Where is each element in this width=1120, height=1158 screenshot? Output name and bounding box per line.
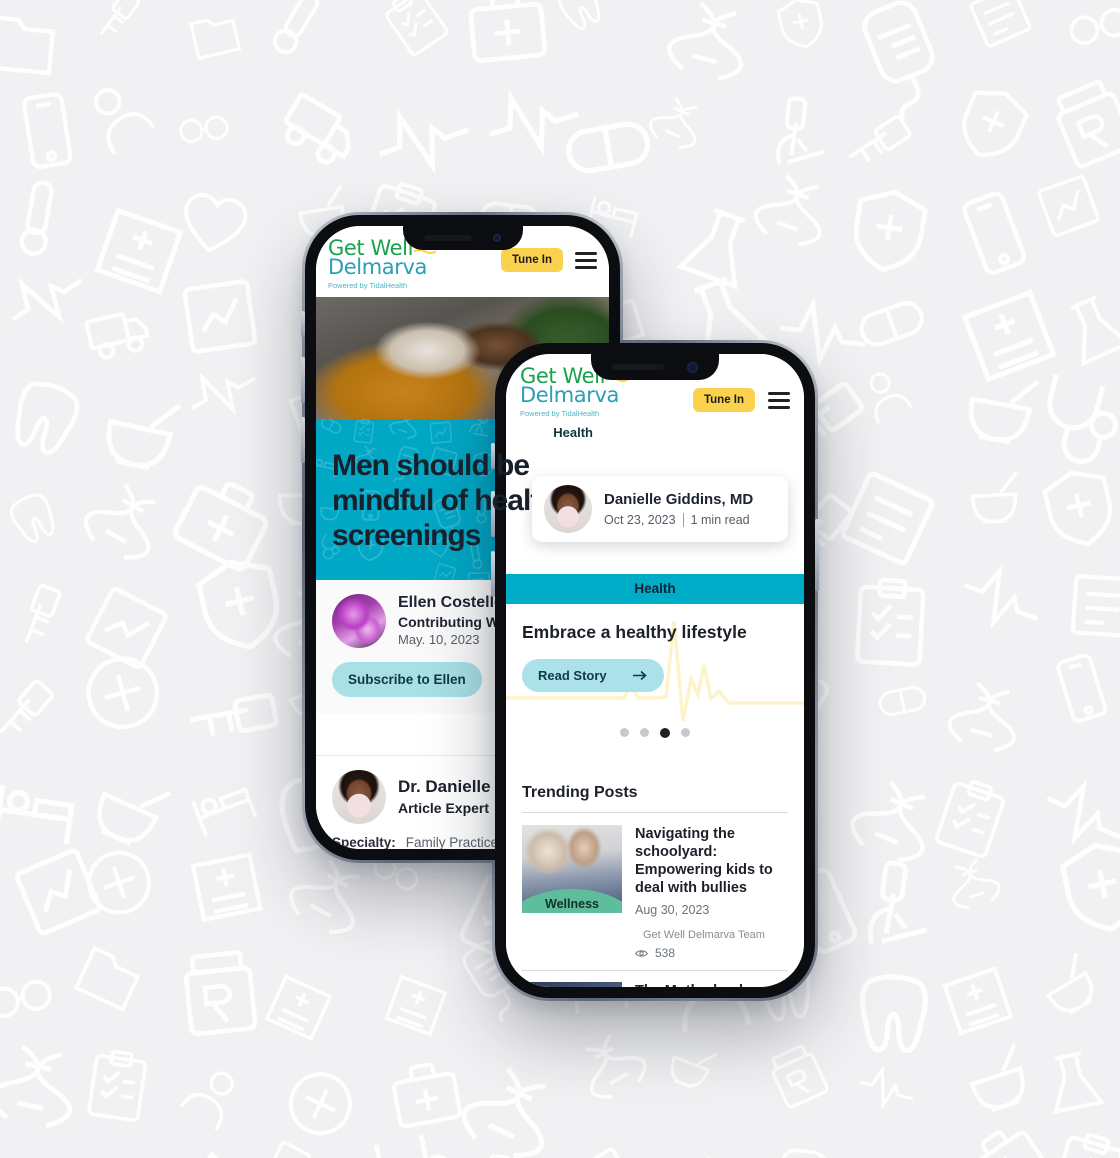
trending-divider — [522, 811, 788, 813]
carousel-dot[interactable] — [620, 728, 629, 737]
trending-section: Trending Posts Wellness Navigating the s… — [506, 783, 804, 987]
brand-tagline: Powered by TidalHealth — [520, 409, 600, 418]
author-card[interactable]: Danielle Giddins, MD Oct 23, 2023 1 min … — [532, 475, 788, 542]
arrow-right-icon — [632, 670, 647, 680]
tune-in-button[interactable]: Tune In — [692, 388, 755, 412]
front-phone-mockup: Get Well Delmarva Powered by TidalHealth… — [491, 340, 819, 1001]
author-card-name: Danielle Giddins, MD — [604, 490, 754, 508]
carousel-dot[interactable] — [681, 728, 690, 737]
front-category-band[interactable]: Health — [506, 573, 804, 604]
post-thumbnail — [522, 982, 622, 987]
front-category-label: Health — [634, 581, 676, 596]
post-thumbnail: Wellness — [522, 824, 622, 913]
post-title: Navigating the schoolyard: Empowering ki… — [635, 825, 773, 896]
logo-line-2: Delmarva — [520, 383, 619, 407]
phones-stage: Get Well Delmarva Powered by TidalHealth… — [0, 0, 1120, 1158]
trending-divider-2 — [522, 970, 788, 971]
read-story-label: Read Story — [538, 667, 607, 683]
eye-icon — [635, 949, 648, 957]
carousel-dot[interactable] — [640, 728, 649, 737]
dr-danielle-avatar — [332, 769, 386, 824]
subscribe-button-label: Subscribe to Ellen — [348, 671, 466, 687]
carousel-dots[interactable] — [522, 727, 788, 738]
author-card-date: Oct 23, 2023 — [604, 512, 676, 527]
ellen-costello-avatar — [332, 593, 386, 648]
subscribe-button[interactable]: Subscribe to Ellen — [332, 661, 482, 697]
post-author: Get Well Delmarva Team — [643, 929, 765, 941]
post-views: 538 — [635, 946, 788, 960]
hamburger-menu-icon[interactable] — [768, 391, 790, 409]
back-category-label[interactable]: Health — [332, 425, 593, 440]
post-views-count: 538 — [655, 946, 676, 960]
meta-divider — [682, 512, 684, 527]
trending-post-item[interactable]: The Motherload: Healthy Halloween treats — [522, 982, 788, 987]
post-title: The Motherload: Healthy Halloween treats — [635, 982, 788, 987]
hamburger-menu-icon[interactable] — [575, 251, 597, 269]
danielle-giddins-avatar — [544, 484, 592, 533]
trending-post-item[interactable]: Wellness Navigating the schoolyard: Empo… — [522, 824, 788, 960]
logo-line-2: Delmarva — [328, 255, 427, 279]
carousel-dot-active[interactable] — [660, 727, 670, 738]
post-date: Aug 30, 2023 — [635, 903, 710, 917]
specialty-label: Specialty: — [332, 834, 396, 849]
read-story-button[interactable]: Read Story — [522, 658, 664, 692]
trending-heading: Trending Posts — [522, 783, 638, 801]
front-article-body: Embrace a healthy lifestyle Read Story — [506, 603, 804, 784]
brand-tagline: Powered by TidalHealth — [328, 281, 408, 290]
author-card-meta: Oct 23, 2023 1 min read — [604, 512, 753, 527]
article-title: Embrace a healthy lifestyle — [522, 621, 747, 642]
tune-in-button[interactable]: Tune In — [500, 248, 563, 272]
author-card-readtime: 1 min read — [690, 512, 750, 527]
